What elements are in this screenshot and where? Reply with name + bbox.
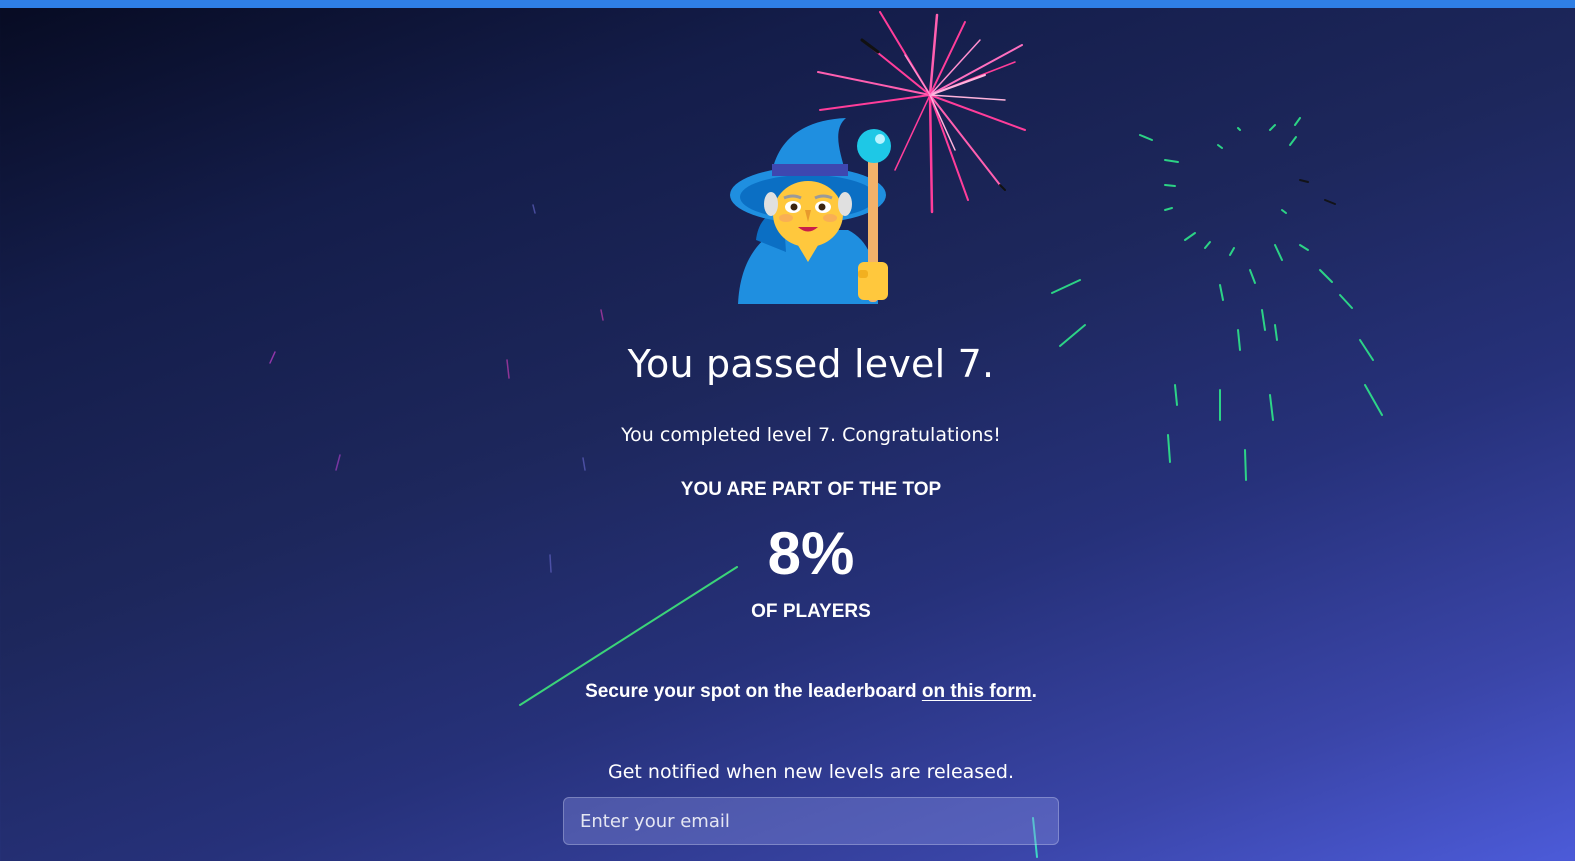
leaderboard-message: Secure your spot on the leaderboard on t…: [0, 681, 1575, 703]
completion-message: You completed level 7. Congratulations!: [621, 424, 1001, 446]
email-input[interactable]: [563, 797, 1059, 845]
top-progress-bar: [0, 0, 1575, 8]
leaderboard-text: Secure your spot on the leaderboard: [585, 681, 922, 702]
rank-suffix: OF PLAYERS: [751, 601, 871, 622]
leaderboard-period: .: [1031, 681, 1037, 702]
page-title: You passed level 7.: [627, 342, 995, 386]
wizard-icon: [730, 118, 891, 304]
newsletter-prompt: Get notified when new levels are release…: [608, 761, 1014, 783]
rank-label: YOU ARE PART OF THE TOP: [680, 479, 942, 500]
leaderboard-form-link[interactable]: on this form: [922, 681, 1032, 702]
rank-percentage: 8%: [767, 520, 855, 587]
